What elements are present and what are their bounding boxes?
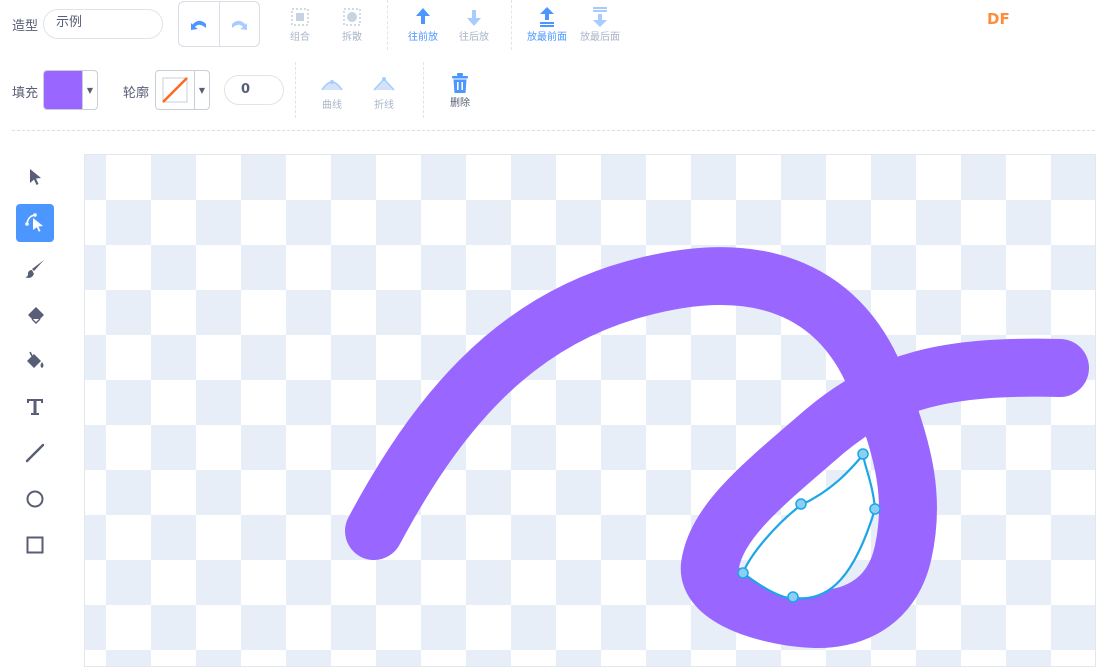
front-label: 放最前面 (527, 32, 567, 43)
toolbar-divider (387, 0, 389, 50)
back-label: 放最后面 (580, 32, 620, 43)
caret-down-icon: ▼ (194, 71, 209, 109)
purple-brush-stroke[interactable] (345, 247, 1089, 649)
fill-color-picker[interactable]: ▼ (43, 70, 98, 110)
ungroup-icon (343, 8, 361, 26)
ungroup-label: 拆散 (342, 32, 362, 43)
curve-label: 曲线 (322, 100, 342, 111)
rectangle-icon (26, 536, 44, 554)
toolbar-bottom-divider (12, 130, 1095, 131)
redo-icon (232, 20, 248, 30)
circle-tool[interactable] (16, 480, 54, 518)
group-button[interactable]: 组合 (287, 6, 313, 43)
brush-icon (25, 260, 44, 278)
bring-to-front-button[interactable]: 放最前面 (527, 6, 567, 43)
outline-width-input[interactable]: 0 (224, 75, 284, 105)
curved-button[interactable]: 曲线 (319, 74, 345, 111)
fill-swatch (44, 71, 82, 109)
fill-label: 填充 (12, 86, 39, 101)
costume-label: 造型 (12, 19, 39, 34)
circle-icon (26, 490, 44, 508)
outline-label: 轮廓 (123, 86, 150, 101)
control-point[interactable] (795, 498, 807, 510)
forward-label: 往前放 (408, 32, 438, 43)
fill-tool[interactable] (16, 342, 54, 380)
reshape-tool[interactable] (16, 204, 54, 242)
send-to-back-button[interactable]: 放最后面 (580, 6, 620, 43)
text-icon (27, 399, 43, 415)
caret-down-icon: ▼ (82, 71, 97, 109)
reshape-icon (25, 213, 43, 232)
redo-button[interactable] (220, 2, 260, 46)
group-label: 组合 (290, 32, 310, 43)
toolbar-divider (511, 0, 513, 50)
trash-icon (452, 73, 468, 93)
no-color-icon (162, 77, 188, 103)
control-point[interactable] (737, 567, 749, 579)
undo-redo-group (178, 1, 260, 47)
group-icon (291, 8, 309, 26)
drawing-canvas[interactable] (84, 154, 1096, 667)
arrow-down-icon (467, 10, 481, 26)
eraser-icon (28, 307, 44, 324)
select-tool[interactable] (16, 158, 54, 196)
backward-label: 往后放 (459, 32, 489, 43)
corner-label: 折线 (374, 100, 394, 111)
tool-palette (16, 158, 54, 572)
toolbar-divider (295, 62, 297, 118)
costume-name-input[interactable]: 示例 (43, 9, 163, 39)
delete-button[interactable]: 删除 (447, 72, 473, 109)
control-point[interactable] (869, 503, 881, 515)
paint-bucket-icon (27, 351, 44, 368)
delete-label: 删除 (450, 98, 470, 109)
line-tool[interactable] (16, 434, 54, 472)
outline-swatch (156, 71, 194, 109)
control-point[interactable] (857, 448, 869, 460)
toolbar-divider (423, 62, 425, 118)
eraser-tool[interactable] (16, 296, 54, 334)
brand-logo: DF (987, 10, 1010, 28)
pointed-button[interactable]: 折线 (371, 74, 397, 111)
corner-icon (373, 77, 395, 91)
curve-icon (321, 80, 343, 91)
back-icon (593, 7, 607, 27)
ungroup-button[interactable]: 拆散 (339, 6, 365, 43)
backward-button[interactable]: 往后放 (459, 6, 489, 43)
control-point[interactable] (787, 591, 799, 603)
text-tool[interactable] (16, 388, 54, 426)
outline-color-picker[interactable]: ▼ (155, 70, 210, 110)
undo-button[interactable] (179, 2, 220, 46)
rect-tool[interactable] (16, 526, 54, 564)
line-icon (25, 443, 45, 463)
arrow-icon (30, 169, 41, 185)
forward-button[interactable]: 往前放 (408, 6, 438, 43)
front-icon (540, 7, 554, 27)
arrow-up-icon (416, 8, 430, 24)
undo-icon (190, 20, 206, 30)
brush-tool[interactable] (16, 250, 54, 288)
